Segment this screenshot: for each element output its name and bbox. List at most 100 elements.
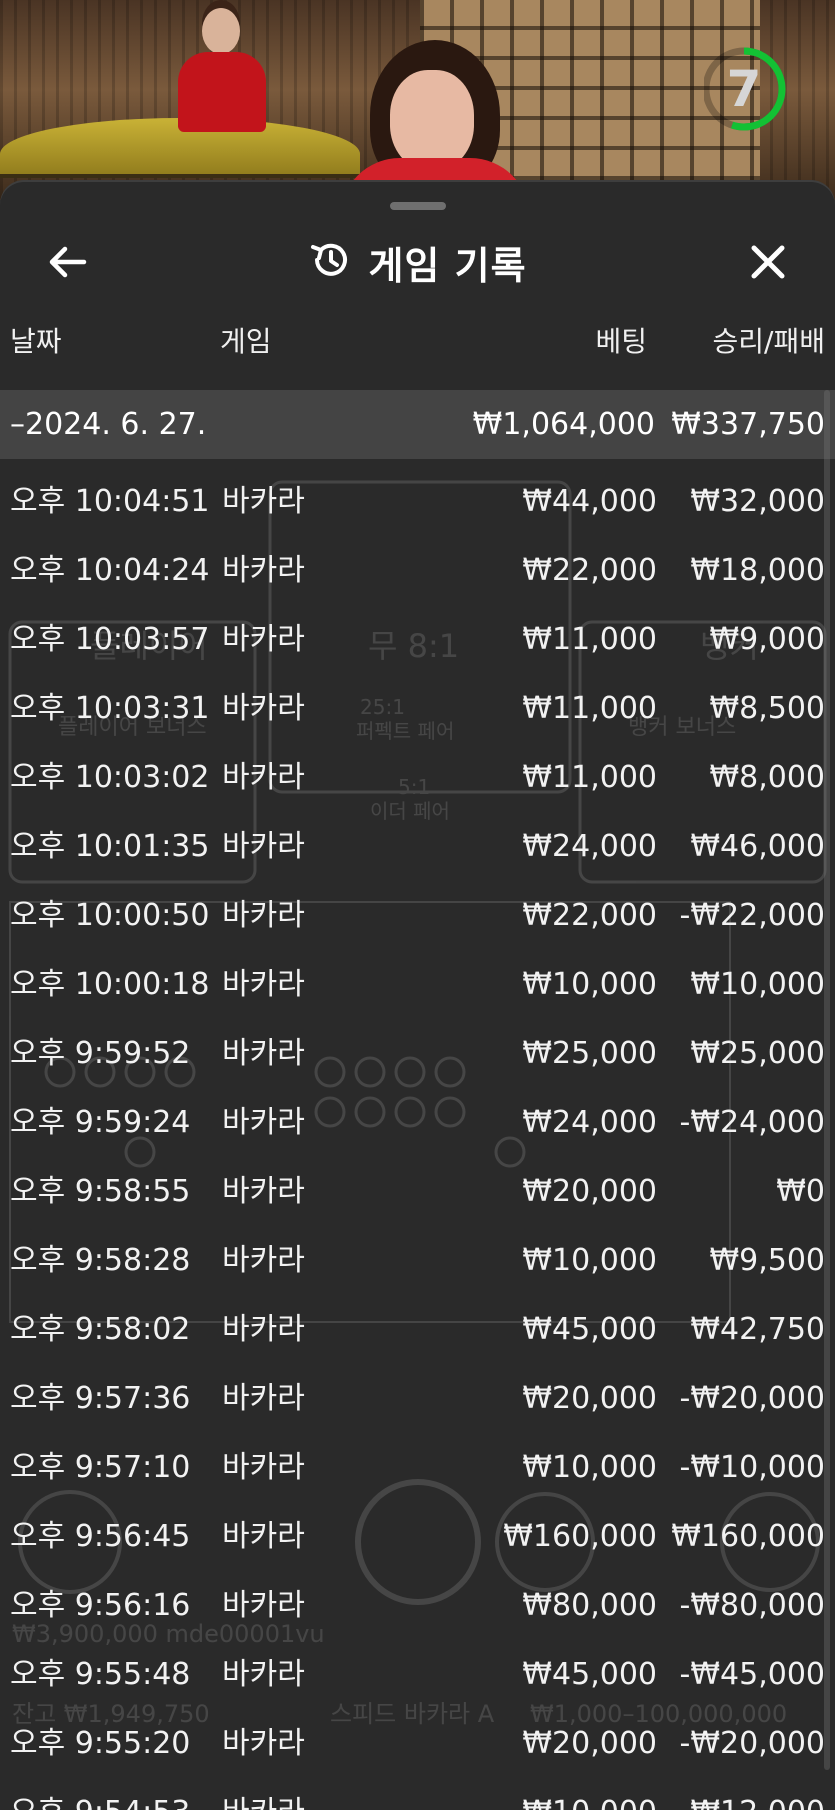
column-win-loss: 승리/패배	[712, 325, 825, 358]
history-row[interactable]: 오후 9:59:52 바카라 ₩25,000 ₩25,000	[0, 1019, 835, 1088]
history-row[interactable]: 오후 9:56:45 바카라 ₩160,000 ₩160,000	[0, 1502, 835, 1571]
row-game: 바카라	[222, 967, 305, 1002]
history-row[interactable]: 오후 10:00:18 바카라 ₩10,000 ₩10,000	[0, 950, 835, 1019]
row-win-loss: -₩22,000	[679, 898, 825, 933]
row-time: 오후 9:59:24	[10, 1105, 191, 1140]
row-game: 바카라	[222, 622, 305, 657]
row-time: 오후 10:04:51	[10, 484, 210, 519]
history-row[interactable]: 오후 9:58:55 바카라 ₩20,000 ₩0	[0, 1157, 835, 1226]
day-group-date: –2024. 6. 27.	[10, 407, 207, 442]
history-row[interactable]: 오후 10:00:50 바카라 ₩22,000 -₩22,000	[0, 881, 835, 950]
day-group-bet: ₩1,064,000	[472, 407, 655, 442]
row-time: 오후 10:01:35	[10, 829, 210, 864]
column-date: 날짜	[10, 325, 62, 358]
history-row[interactable]: 오후 10:04:51 바카라 ₩44,000 ₩32,000	[0, 467, 835, 536]
row-win-loss: ₩9,000	[709, 622, 825, 657]
history-row[interactable]: 오후 9:55:20 바카라 ₩20,000 -₩20,000	[0, 1709, 835, 1778]
background-dealer	[178, 8, 266, 132]
row-time: 오후 10:03:02	[10, 760, 210, 795]
row-bet: ₩22,000	[522, 898, 657, 933]
row-time: 오후 10:00:18	[10, 967, 210, 1002]
row-win-loss: ₩8,500	[709, 691, 825, 726]
row-bet: ₩11,000	[522, 622, 657, 657]
row-win-loss: ₩25,000	[690, 1036, 825, 1071]
scrollbar[interactable]	[824, 390, 830, 1770]
row-game: 바카라	[222, 553, 305, 588]
history-row[interactable]: 오후 9:57:10 바카라 ₩10,000 -₩10,000	[0, 1433, 835, 1502]
history-row[interactable]: 오후 9:58:02 바카라 ₩45,000 ₩42,750	[0, 1295, 835, 1364]
row-game: 바카라	[222, 1778, 305, 1810]
row-time: 오후 9:58:28	[10, 1243, 191, 1278]
day-group-row[interactable]: –2024. 6. 27. ₩1,064,000 ₩337,750	[0, 390, 835, 459]
row-bet: ₩44,000	[522, 484, 657, 519]
timer-value: 7	[726, 60, 762, 118]
row-win-loss: ₩160,000	[671, 1519, 825, 1554]
row-time: 오후 10:04:24	[10, 553, 210, 588]
dealer	[330, 40, 540, 200]
row-game: 바카라	[222, 1105, 305, 1140]
column-game: 게임	[220, 325, 272, 358]
row-bet: ₩10,000	[522, 1450, 657, 1485]
history-list[interactable]: –2024. 6. 27. ₩1,064,000 ₩337,750 오후 10:…	[0, 390, 835, 1810]
history-row[interactable]: 오후 10:01:35 바카라 ₩24,000 ₩46,000	[0, 812, 835, 881]
row-win-loss: ₩46,000	[690, 829, 825, 864]
row-game: 바카라	[222, 1243, 305, 1278]
row-win-loss: ₩18,000	[690, 553, 825, 588]
row-bet: ₩25,000	[522, 1036, 657, 1071]
row-win-loss: -₩10,000	[679, 1450, 825, 1485]
history-row[interactable]: 오후 9:58:28 바카라 ₩10,000 ₩9,500	[0, 1226, 835, 1295]
history-row[interactable]: 오후 10:04:24 바카라 ₩22,000 ₩18,000	[0, 536, 835, 605]
row-game: 바카라	[222, 829, 305, 864]
round-timer: 7	[704, 30, 804, 148]
history-row[interactable]: 오후 9:55:48 바카라 ₩45,000 -₩45,000	[0, 1640, 835, 1709]
row-bet: ₩11,000	[522, 691, 657, 726]
history-row[interactable]: 오후 10:03:57 바카라 ₩11,000 ₩9,000	[0, 605, 835, 674]
row-bet: ₩20,000	[522, 1726, 657, 1761]
row-win-loss: -₩20,000	[679, 1381, 825, 1416]
row-time: 오후 9:56:16	[10, 1588, 191, 1623]
row-time: 오후 9:58:55	[10, 1174, 191, 1209]
row-bet: ₩24,000	[522, 829, 657, 864]
history-row[interactable]: 오후 9:54:53 바카라 ₩10,000 ₩12,000	[0, 1778, 835, 1810]
column-bet: 베팅	[595, 325, 647, 358]
row-game: 바카라	[222, 1588, 305, 1623]
row-time: 오후 9:55:48	[10, 1657, 191, 1692]
history-row[interactable]: 오후 10:03:02 바카라 ₩11,000 ₩8,000	[0, 743, 835, 812]
row-game: 바카라	[222, 1726, 305, 1761]
row-bet: ₩45,000	[522, 1312, 657, 1347]
row-win-loss: ₩12,000	[690, 1778, 825, 1810]
close-button[interactable]	[730, 230, 806, 294]
row-bet: ₩160,000	[503, 1519, 657, 1554]
table-header: 날짜 게임 베팅 승리/패배	[0, 312, 835, 372]
row-win-loss: -₩20,000	[679, 1726, 825, 1761]
row-bet: ₩10,000	[522, 1778, 657, 1810]
row-win-loss: ₩0	[776, 1174, 825, 1209]
row-win-loss: -₩80,000	[679, 1588, 825, 1623]
row-game: 바카라	[222, 760, 305, 795]
row-game: 바카라	[222, 484, 305, 519]
row-time: 오후 10:03:57	[10, 622, 210, 657]
sheet-drag-handle[interactable]	[390, 202, 446, 210]
back-button[interactable]	[30, 230, 106, 294]
row-win-loss: -₩45,000	[679, 1657, 825, 1692]
history-row[interactable]: 오후 9:59:24 바카라 ₩24,000 -₩24,000	[0, 1088, 835, 1157]
row-time: 오후 9:59:52	[10, 1036, 191, 1071]
row-time: 오후 9:57:36	[10, 1381, 191, 1416]
row-game: 바카라	[222, 898, 305, 933]
history-row[interactable]: 오후 10:03:31 바카라 ₩11,000 ₩8,500	[0, 674, 835, 743]
row-bet: ₩24,000	[522, 1105, 657, 1140]
row-bet: ₩22,000	[522, 553, 657, 588]
row-win-loss: ₩10,000	[690, 967, 825, 1002]
row-bet: ₩20,000	[522, 1381, 657, 1416]
history-row[interactable]: 오후 9:57:36 바카라 ₩20,000 -₩20,000	[0, 1364, 835, 1433]
row-game: 바카라	[222, 1312, 305, 1347]
history-row[interactable]: 오후 9:56:16 바카라 ₩80,000 -₩80,000	[0, 1571, 835, 1640]
row-time: 오후 9:54:53	[10, 1778, 190, 1810]
arrow-left-icon	[49, 246, 87, 278]
row-bet: ₩10,000	[522, 967, 657, 1002]
row-game: 바카라	[222, 1519, 305, 1554]
row-time: 오후 9:58:02	[10, 1312, 191, 1347]
row-win-loss: ₩42,750	[690, 1312, 825, 1347]
collapse-toggle[interactable]: –	[10, 407, 25, 442]
row-time: 오후 10:03:31	[10, 691, 210, 726]
